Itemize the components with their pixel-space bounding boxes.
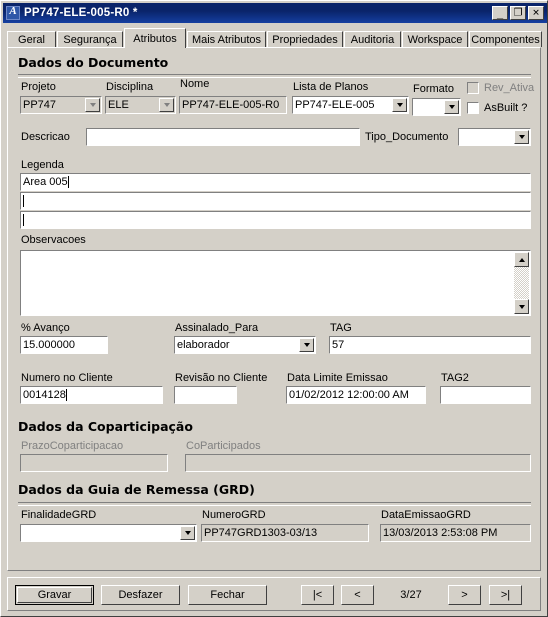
footer-button-bar: Gravar Desfazer Fechar |< < 3/27 > >| xyxy=(7,577,541,611)
label-legenda: Legenda xyxy=(21,159,64,171)
tab-workspace[interactable]: Workspace xyxy=(402,31,468,47)
label-nome: Nome xyxy=(180,78,210,90)
chevron-down-icon[interactable] xyxy=(444,100,459,114)
lista-planos-combo[interactable]: PP747-ELE-005 xyxy=(292,96,409,114)
nav-prev-button[interactable]: < xyxy=(341,585,374,605)
section-title-grd: Dados da Guia de Remessa (GRD) xyxy=(18,482,255,497)
projeto-combo[interactable]: PP747 xyxy=(20,96,102,114)
gravar-button[interactable]: Gravar xyxy=(15,585,94,605)
chevron-down-icon[interactable] xyxy=(299,338,314,352)
chevron-down-icon[interactable] xyxy=(180,526,195,540)
scroll-down-icon[interactable] xyxy=(514,299,529,314)
tag2-input[interactable] xyxy=(440,386,531,404)
section-title-coparticipacao: Dados da Coparticipação xyxy=(18,419,193,434)
nav-last-button[interactable]: >| xyxy=(489,585,522,605)
observacoes-scrollbar[interactable] xyxy=(514,252,529,314)
document-properties-window: PP747-ELE-005-R0 * _ ❐ ✕ Geral Segurança… xyxy=(0,0,548,617)
label-observacoes: Observacoes xyxy=(21,234,86,246)
nav-next-button[interactable]: > xyxy=(448,585,481,605)
data-emissao-grd-field: 13/03/2013 2:53:08 PM xyxy=(380,524,531,542)
numero-cliente-input[interactable]: 0014128 xyxy=(20,386,163,404)
assinalado-para-combo[interactable]: elaborador xyxy=(174,336,316,354)
tab-geral[interactable]: Geral xyxy=(7,31,56,47)
label-data-emissao-grd: DataEmissaoGRD xyxy=(381,509,471,521)
chevron-down-icon[interactable] xyxy=(514,130,529,144)
fechar-button[interactable]: Fechar xyxy=(188,585,267,605)
label-tag: TAG xyxy=(330,322,352,334)
label-prazo-coparticipacao: PrazoCoparticipacao xyxy=(21,440,124,452)
legenda-line-2[interactable] xyxy=(20,192,531,210)
asbuilt-checkbox[interactable] xyxy=(467,102,479,114)
formato-combo[interactable] xyxy=(412,98,461,116)
tab-panel-atributos: Dados do Documento Projeto PP747 Discipl… xyxy=(7,47,541,571)
rev-ativa-checkbox[interactable] xyxy=(467,82,479,94)
label-asbuilt: AsBuilt ? xyxy=(484,102,528,114)
tab-strip: Geral Segurança Atributos Mais Atributos… xyxy=(7,28,542,48)
tab-mais-atributos[interactable]: Mais Atributos xyxy=(187,31,266,47)
label-assinalado-para: Assinalado_Para xyxy=(175,322,259,334)
page-counter: 3/27 xyxy=(400,589,422,601)
disciplina-combo[interactable]: ELE xyxy=(105,96,176,114)
maximize-button[interactable]: ❐ xyxy=(510,6,526,20)
label-lista-planos: Lista de Planos xyxy=(293,81,369,93)
label-tipo-documento: Tipo_Documento xyxy=(365,131,449,143)
label-numero-cliente: Numero no Cliente xyxy=(21,372,113,384)
observacoes-textarea[interactable] xyxy=(20,250,531,316)
chevron-down-icon[interactable] xyxy=(159,98,174,112)
label-revisao-cliente: Revisão no Cliente xyxy=(175,372,268,384)
chevron-down-icon[interactable] xyxy=(392,98,407,112)
label-disciplina: Disciplina xyxy=(106,81,154,93)
title-bar: PP747-ELE-005-R0 * _ ❐ ✕ xyxy=(3,3,547,23)
chevron-down-icon[interactable] xyxy=(85,98,100,112)
tipo-documento-combo[interactable] xyxy=(458,128,531,146)
label-coparticipados: CoParticipados xyxy=(186,440,261,452)
label-tag2: TAG2 xyxy=(441,372,469,384)
prazo-coparticipacao-field xyxy=(20,454,168,472)
legenda-line-1[interactable]: Area 005 xyxy=(20,173,531,191)
minimize-button[interactable]: _ xyxy=(492,6,508,20)
tab-propriedades[interactable]: Propriedades xyxy=(267,31,343,47)
assinalado-para-value: elaborador xyxy=(177,339,230,351)
autocad-a-icon xyxy=(6,5,20,20)
descricao-input[interactable] xyxy=(86,128,360,146)
tab-atributos[interactable]: Atributos xyxy=(124,28,186,48)
tab-seguranca[interactable]: Segurança xyxy=(57,31,123,47)
legenda-line-3[interactable] xyxy=(20,211,531,229)
percent-avanco-input[interactable]: 15.000000 xyxy=(20,336,108,354)
tab-auditoria[interactable]: Auditoria xyxy=(344,31,401,47)
disciplina-value: ELE xyxy=(108,99,129,111)
window-title: PP747-ELE-005-R0 * xyxy=(24,7,138,19)
label-numero-grd: NumeroGRD xyxy=(202,509,266,521)
finalidade-grd-combo[interactable] xyxy=(20,524,197,542)
data-limite-emissao-input[interactable]: 01/02/2012 12:00:00 AM xyxy=(286,386,426,404)
label-projeto: Projeto xyxy=(21,81,56,93)
label-formato: Formato xyxy=(413,83,454,95)
divider-documento xyxy=(18,74,531,78)
section-title-documento: Dados do Documento xyxy=(18,55,169,70)
tab-componentes[interactable]: Componentes xyxy=(469,31,542,47)
label-data-limite-emissao: Data Limite Emissao xyxy=(287,372,388,384)
label-descricao: Descricao xyxy=(21,131,70,143)
numero-grd-field: PP747GRD1303-03/13 xyxy=(201,524,369,542)
desfazer-button[interactable]: Desfazer xyxy=(101,585,180,605)
coparticipados-field xyxy=(185,454,531,472)
label-rev-ativa: Rev_Ativa xyxy=(484,82,535,94)
divider-grd xyxy=(18,502,531,506)
gravar-button-label: Gravar xyxy=(17,587,92,603)
revisao-cliente-input[interactable] xyxy=(174,386,237,404)
projeto-value: PP747 xyxy=(23,99,57,111)
nav-first-button[interactable]: |< xyxy=(301,585,334,605)
lista-planos-value: PP747-ELE-005 xyxy=(295,99,375,111)
label-finalidade-grd: FinalidadeGRD xyxy=(21,509,97,521)
scrollbar-track[interactable] xyxy=(514,267,529,299)
tag-input[interactable]: 57 xyxy=(329,336,531,354)
nome-field: PP747-ELE-005-R0 xyxy=(179,96,287,114)
window-controls: _ ❐ ✕ xyxy=(492,6,544,20)
close-button[interactable]: ✕ xyxy=(528,6,544,20)
scroll-up-icon[interactable] xyxy=(514,252,529,267)
label-percent-avanco: % Avanço xyxy=(21,322,70,334)
